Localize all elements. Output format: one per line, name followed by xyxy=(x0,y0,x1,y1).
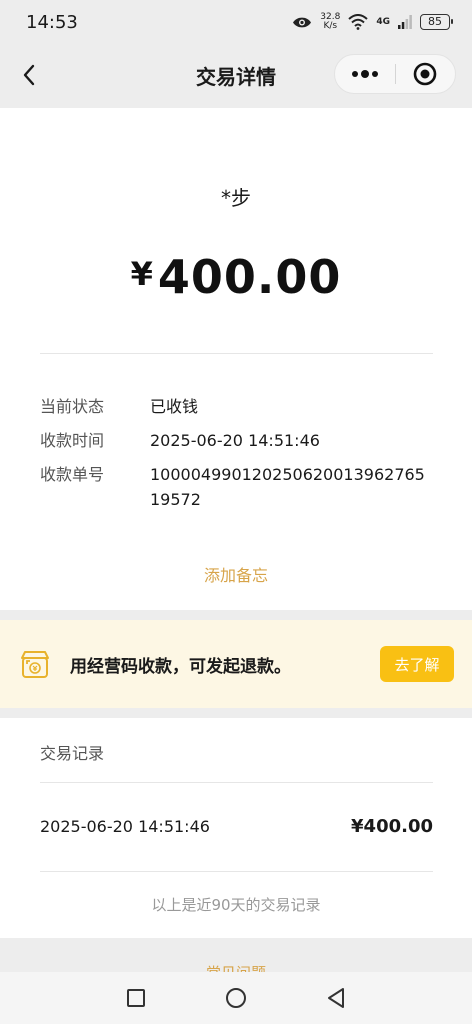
network-type: 4G xyxy=(376,17,390,27)
record-time: 2025-06-20 14:51:46 xyxy=(40,817,210,836)
detail-value: 已收钱 xyxy=(150,397,199,416)
record-row[interactable]: 2025-06-20 14:51:46 ¥400.00 xyxy=(40,816,433,837)
square-icon xyxy=(127,989,145,1007)
business-code-banner: 用经营码收款，可发起退款。 去了解 xyxy=(0,620,472,708)
system-nav-bar xyxy=(0,972,472,1024)
system-back-button[interactable] xyxy=(324,986,348,1010)
target-circle-icon xyxy=(413,62,437,86)
page-title: 交易详情 xyxy=(196,64,276,89)
net-speed: 32.8 K/s xyxy=(320,13,340,31)
detail-value[interactable]: 10000499012025062001396276519572 xyxy=(150,462,434,512)
amount-value: 400.00 xyxy=(157,250,342,304)
back-button[interactable] xyxy=(12,58,46,92)
status-time: 14:53 xyxy=(26,11,78,33)
eye-icon xyxy=(293,17,312,27)
signal-icon xyxy=(398,15,412,29)
transaction-records: 交易记录 2025-06-20 14:51:46 ¥400.00 以上是近90天… xyxy=(0,718,472,938)
detail-label: 收款单号 xyxy=(40,465,105,484)
currency-symbol: ¥ xyxy=(130,255,154,293)
shop-qr-icon xyxy=(21,651,49,678)
detail-label: 收款时间 xyxy=(40,431,105,450)
status-icons: 32.8 K/s 4G 85 xyxy=(292,13,453,31)
status-bar: 14:53 32.8 K/s 4G 85 xyxy=(0,0,472,44)
recent-apps-button[interactable] xyxy=(124,986,148,1010)
records-title: 交易记录 xyxy=(40,744,105,763)
payee-name: *步 xyxy=(221,186,251,210)
more-dots-icon xyxy=(351,70,378,78)
battery-icon: 85 xyxy=(420,14,453,30)
transaction-card: *步 ¥400.00 当前状态 已收钱 收款时间 2025-06-20 14:5… xyxy=(0,108,472,610)
transaction-amount: ¥400.00 xyxy=(0,250,472,304)
detail-row-status: 当前状态 已收钱 xyxy=(40,394,440,419)
divider xyxy=(40,782,433,783)
detail-value: 2025-06-20 14:51:46 xyxy=(150,431,320,450)
divider xyxy=(40,353,433,354)
record-amount: ¥400.00 xyxy=(351,816,433,837)
mini-program-capsule xyxy=(334,54,456,94)
detail-row-order-number: 收款单号 10000499012025062001396276519572 xyxy=(40,462,440,512)
records-note: 以上是近90天的交易记录 xyxy=(151,896,321,914)
more-button[interactable] xyxy=(335,55,395,93)
triangle-back-icon xyxy=(328,988,344,1008)
banner-text: 用经营码收款，可发起退款。 xyxy=(70,656,291,677)
home-button[interactable] xyxy=(224,986,248,1010)
detail-label: 当前状态 xyxy=(40,397,105,416)
add-note-link[interactable]: 添加备忘 xyxy=(0,562,472,586)
wifi-icon xyxy=(348,14,369,30)
circle-icon xyxy=(226,988,246,1008)
detail-row-time: 收款时间 2025-06-20 14:51:46 xyxy=(40,428,440,453)
learn-more-button[interactable]: 去了解 xyxy=(380,646,454,682)
net-speed-unit: K/s xyxy=(323,21,338,31)
nav-bar: 交易详情 xyxy=(0,44,472,106)
chevron-left-icon xyxy=(23,64,35,86)
close-miniprogram-button[interactable] xyxy=(395,55,455,93)
faq-link[interactable]: 常见问题 xyxy=(0,962,472,972)
divider xyxy=(40,871,433,872)
